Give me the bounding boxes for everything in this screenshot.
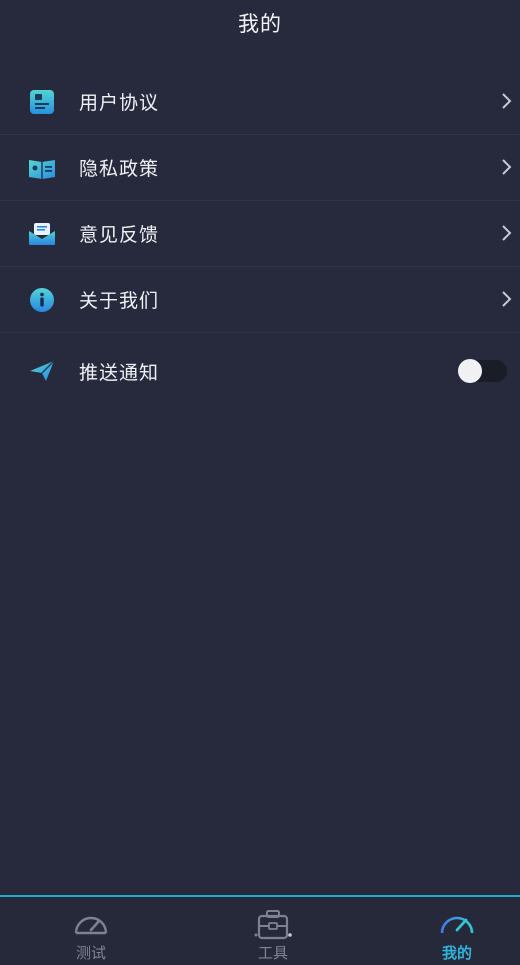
menu-item-user-agreement[interactable]: 用户协议	[0, 69, 520, 135]
menu-item-label: 用户协议	[79, 92, 160, 114]
menu-item-label: 意见反馈	[79, 224, 160, 246]
bottom-tab-bar: 测试 工具 我的	[0, 895, 520, 965]
chevron-right-icon	[502, 291, 512, 307]
chevron-right-icon	[502, 159, 512, 175]
tab-tools[interactable]: 工具	[208, 897, 338, 965]
chevron-right-icon	[502, 225, 512, 241]
menu-item-about-us[interactable]: 关于我们	[0, 267, 520, 333]
menu-item-feedback[interactable]: 意见反馈	[0, 201, 520, 267]
menu-item-label: 关于我们	[79, 290, 160, 312]
tab-label: 我的	[441, 944, 472, 962]
menu-item-label: 隐私政策	[79, 158, 160, 180]
tab-test[interactable]: 测试	[26, 897, 156, 965]
tab-label: 工具	[257, 944, 288, 962]
tab-label: 测试	[75, 944, 106, 962]
speedometer-icon	[74, 916, 108, 935]
tab-mine[interactable]: 我的	[392, 897, 520, 965]
toolbox-icon	[254, 910, 292, 940]
menu-item-push-notification: 推送通知	[0, 333, 520, 409]
settings-menu: 用户协议 隐私政策 意见反馈 关于我们 推送通知	[0, 69, 520, 409]
feedback-icon	[28, 222, 56, 246]
page-title: 我的	[238, 12, 282, 36]
info-icon	[28, 288, 56, 312]
user-agreement-icon	[28, 90, 56, 114]
menu-item-privacy-policy[interactable]: 隐私政策	[0, 135, 520, 201]
privacy-policy-icon	[28, 156, 56, 180]
top-bar: 我的	[0, 0, 520, 46]
speedometer-icon	[440, 916, 474, 935]
chevron-right-icon	[502, 93, 512, 109]
paper-plane-icon	[28, 359, 56, 383]
push-notification-toggle[interactable]	[458, 359, 507, 383]
toggle-knob	[458, 359, 482, 383]
push-notification-label: 推送通知	[79, 361, 160, 384]
